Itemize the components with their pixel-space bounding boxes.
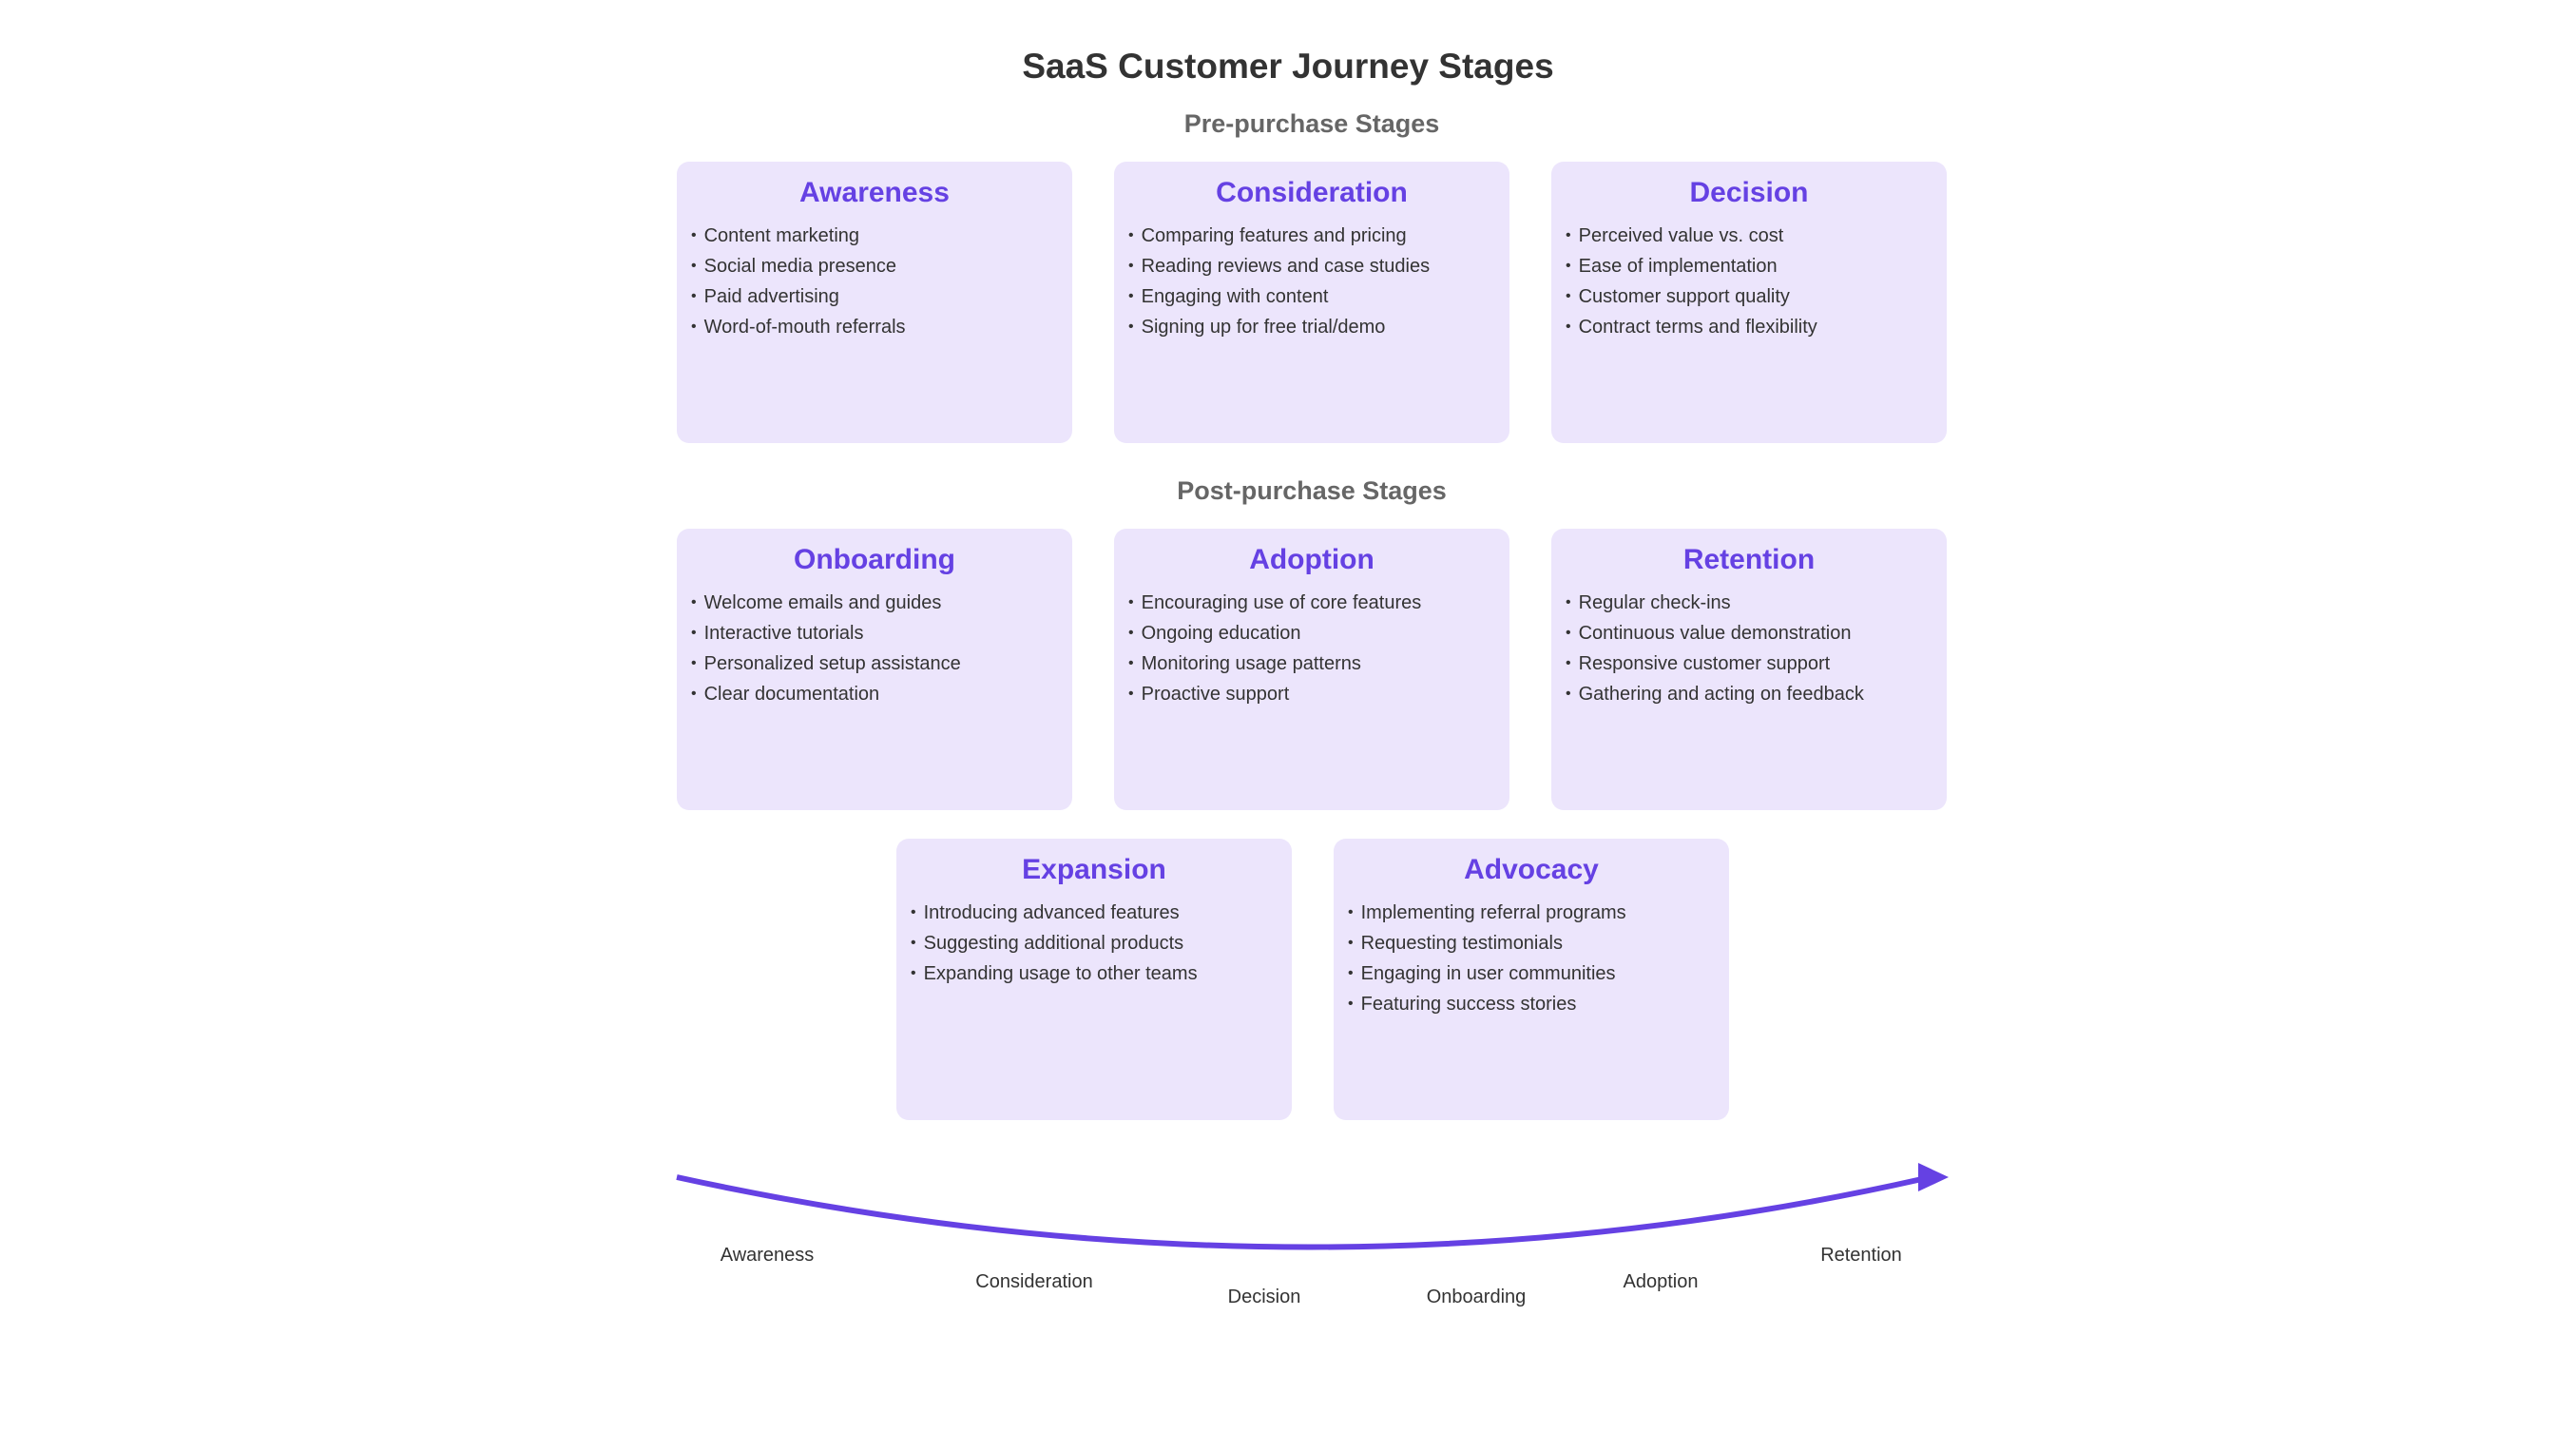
stage-items: Perceived value vs. cost Ease of impleme… [1551, 222, 1947, 343]
stage-title: Consideration [1216, 177, 1408, 208]
list-item: Word-of-mouth referrals [691, 313, 1072, 343]
journey-label-consideration: Consideration [975, 1271, 1093, 1292]
stage-card-consideration: Consideration Comparing features and pri… [1114, 162, 1509, 443]
stage-card-retention: Retention Regular check-ins Continuous v… [1551, 529, 1947, 810]
journey-label-adoption: Adoption [1623, 1271, 1699, 1292]
list-item: Content marketing [691, 222, 1072, 252]
stage-title: Retention [1682, 544, 1816, 575]
list-item: Personalized setup assistance [691, 649, 1072, 680]
stage-items: Implementing referral programs Requestin… [1334, 899, 1729, 1020]
list-item: Reading reviews and case studies [1128, 252, 1509, 282]
list-item: Expanding usage to other teams [911, 959, 1292, 990]
list-item: Proactive support [1128, 680, 1509, 710]
stage-title: Awareness [799, 177, 950, 208]
stage-card-decision: Decision Perceived value vs. cost Ease o… [1551, 162, 1947, 443]
list-item: Engaging in user communities [1348, 959, 1729, 990]
stage-items: Introducing advanced features Suggesting… [896, 899, 1292, 990]
list-item: Contract terms and flexibility [1566, 313, 1947, 343]
stage-title: Expansion [1022, 854, 1166, 885]
list-item: Perceived value vs. cost [1566, 222, 1947, 252]
list-item: Welcome emails and guides [691, 589, 1072, 619]
stage-items: Welcome emails and guides Interactive tu… [677, 589, 1072, 710]
list-item: Featuring success stories [1348, 990, 1729, 1020]
journey-curve [676, 1174, 1923, 1250]
stage-card-awareness: Awareness Content marketing Social media… [677, 162, 1072, 443]
list-item: Implementing referral programs [1348, 899, 1729, 929]
list-item: Signing up for free trial/demo [1128, 313, 1509, 343]
stage-title: Advocacy [1464, 854, 1599, 885]
journey-label-retention: Retention [1820, 1245, 1902, 1266]
stage-items: Encouraging use of core features Ongoing… [1114, 589, 1509, 710]
stage-card-adoption: Adoption Encouraging use of core feature… [1114, 529, 1509, 810]
stage-title: Onboarding [794, 544, 955, 575]
list-item: Customer support quality [1566, 282, 1947, 313]
stage-items: Content marketing Social media presence … [677, 222, 1072, 343]
stage-card-advocacy: Advocacy Implementing referral programs … [1334, 839, 1729, 1120]
stage-items: Regular check-ins Continuous value demon… [1551, 589, 1947, 710]
page-title: SaaS Customer Journey Stages [1022, 47, 1554, 86]
journey-label-onboarding: Onboarding [1426, 1287, 1527, 1307]
section-title-post-purchase: Post-purchase Stages [1177, 476, 1447, 505]
list-item: Continuous value demonstration [1566, 619, 1947, 649]
list-item: Responsive customer support [1566, 649, 1947, 680]
list-item: Ease of implementation [1566, 252, 1947, 282]
journey-label-awareness: Awareness [720, 1245, 815, 1266]
list-item: Introducing advanced features [911, 899, 1292, 929]
list-item: Engaging with content [1128, 282, 1509, 313]
list-item: Social media presence [691, 252, 1072, 282]
list-item: Monitoring usage patterns [1128, 649, 1509, 680]
list-item: Encouraging use of core features [1128, 589, 1509, 619]
list-item: Regular check-ins [1566, 589, 1947, 619]
list-item: Paid advertising [691, 282, 1072, 313]
stage-card-onboarding: Onboarding Welcome emails and guides Int… [677, 529, 1072, 810]
list-item: Requesting testimonials [1348, 929, 1729, 959]
stage-card-expansion: Expansion Introducing advanced features … [896, 839, 1292, 1120]
stage-title: Decision [1689, 177, 1809, 208]
list-item: Comparing features and pricing [1128, 222, 1509, 252]
stage-title: Adoption [1249, 544, 1375, 575]
list-item: Interactive tutorials [691, 619, 1072, 649]
arrowhead-icon [1918, 1163, 1949, 1191]
list-item: Ongoing education [1128, 619, 1509, 649]
stage-items: Comparing features and pricing Reading r… [1114, 222, 1509, 343]
journey-label-decision: Decision [1227, 1287, 1301, 1307]
section-title-pre-purchase: Pre-purchase Stages [1183, 109, 1440, 138]
list-item: Gathering and acting on feedback [1566, 680, 1947, 710]
list-item: Suggesting additional products [911, 929, 1292, 959]
list-item: Clear documentation [691, 680, 1072, 710]
